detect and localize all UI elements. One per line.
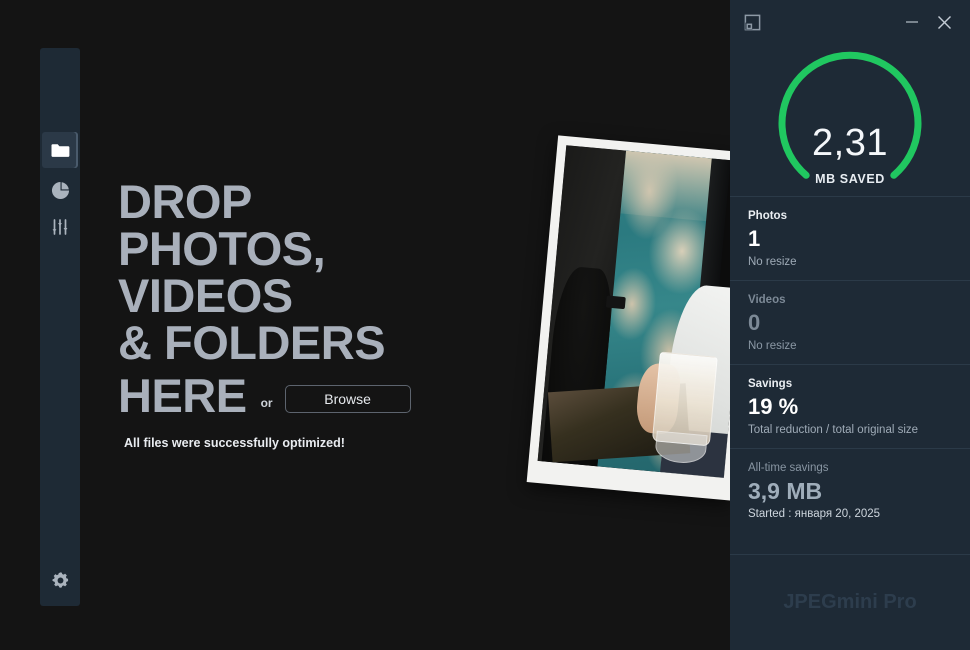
stat-sub: Total reduction / total original size xyxy=(748,424,919,436)
drop-headline-last-line: HERE xyxy=(118,369,247,422)
stat-sub: No resize xyxy=(748,340,797,352)
gear-icon xyxy=(51,571,70,590)
photo-wall-highlight xyxy=(620,150,716,222)
stats-panel: 2,31 MB SAVED Photos 1 No resize Videos … xyxy=(730,0,970,650)
drop-headline-last-row: HERE or Browse xyxy=(118,372,411,419)
stat-value: 1 xyxy=(748,226,761,251)
stat-value: 0 xyxy=(748,310,761,335)
left-sidebar xyxy=(40,48,80,606)
gauge-value: 2,31 xyxy=(812,122,888,164)
gauge-label: MB SAVED xyxy=(815,172,885,186)
drop-area[interactable]: DROP PHOTOS, VIDEOS & FOLDERS HERE or Br… xyxy=(0,0,730,650)
pie-chart-icon xyxy=(51,181,70,200)
jpegmini-app-window: DROP PHOTOS, VIDEOS & FOLDERS HERE or Br… xyxy=(0,0,970,650)
stat-title: Videos xyxy=(748,294,786,306)
drop-headline: DROP PHOTOS, VIDEOS & FOLDERS xyxy=(118,175,386,369)
stat-value: 3,9 MB xyxy=(748,478,823,504)
stat-value: 19 % xyxy=(748,394,799,419)
stat-title: Photos xyxy=(748,210,787,222)
stat-title: Savings xyxy=(748,378,793,390)
or-label: or xyxy=(260,395,273,410)
sidebar-item-settings[interactable] xyxy=(42,562,78,598)
photo-thumbnail xyxy=(537,145,730,478)
sidebar-item-adjustments[interactable] xyxy=(42,209,78,245)
photo-door-handle xyxy=(605,295,626,310)
expand-panel-icon[interactable] xyxy=(740,10,764,34)
stat-sub: No resize xyxy=(748,256,797,268)
polaroid-photo-card xyxy=(526,135,730,501)
stat-block-videos: Videos 0 No resize xyxy=(730,280,970,364)
savings-gauge: 2,31 MB SAVED xyxy=(730,44,970,196)
stat-block-savings: Savings 19 % Total reduction / total ori… xyxy=(730,364,970,448)
sliders-icon xyxy=(51,218,69,236)
stat-block-photos: Photos 1 No resize xyxy=(730,196,970,280)
stat-block-all-time-savings: All-time savings 3,9 MB Started : января… xyxy=(730,448,970,532)
sidebar-item-statistics[interactable] xyxy=(42,172,78,208)
status-message: All files were successfully optimized! xyxy=(124,436,345,450)
folder-icon xyxy=(51,143,70,158)
close-icon[interactable] xyxy=(932,10,956,34)
brand-label: JPEGmini Pro xyxy=(783,591,917,613)
brand-divider xyxy=(730,554,970,555)
minimize-icon[interactable] xyxy=(900,10,924,34)
sidebar-item-folder[interactable] xyxy=(42,132,78,168)
stat-sub: Started : января 20, 2025 xyxy=(748,508,881,520)
stat-title: All-time savings xyxy=(748,462,829,474)
browse-button[interactable]: Browse xyxy=(284,384,411,413)
